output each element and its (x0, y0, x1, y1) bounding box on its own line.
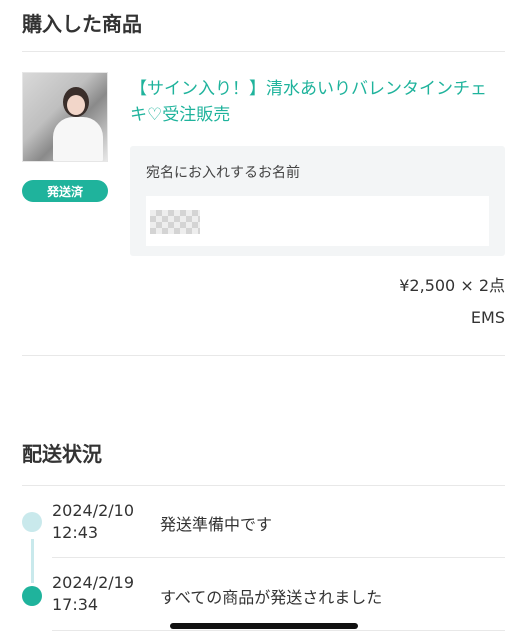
event-date: 2024/2/10 (52, 501, 135, 520)
event-time: 12:43 (52, 523, 99, 542)
home-indicator[interactable] (170, 623, 358, 629)
timeline-past-dot-icon (22, 512, 42, 532)
recipient-name-box: 宛名にお入れするお名前 (130, 146, 505, 256)
event-datetime: 2024/2/19 17:34 (52, 572, 134, 616)
thumbnail-figure-face (67, 95, 85, 115)
shipping-status-title: 配送状況 (22, 442, 102, 466)
price-quantity: ¥2,500 × 2点 (399, 276, 505, 295)
purchased-items-title: 購入した商品 (22, 12, 142, 36)
product-title-link[interactable]: 【サイン入り！】清水あいりバレンタインチェキ♡受注販売 (130, 76, 500, 128)
event-date: 2024/2/19 (52, 573, 135, 592)
recipient-name-value (146, 196, 489, 246)
divider (52, 557, 505, 558)
divider (52, 630, 505, 631)
recipient-name-label: 宛名にお入れするお名前 (146, 165, 300, 181)
timeline-connector (31, 539, 34, 583)
divider (22, 355, 505, 356)
timeline-current-dot-icon (22, 586, 42, 606)
product-thumbnail[interactable] (22, 72, 108, 162)
event-status: すべての商品が発送されました (160, 588, 383, 607)
event-status: 発送準備中です (160, 515, 273, 534)
redacted-name-pixelation (150, 210, 200, 234)
event-time: 17:34 (52, 595, 99, 614)
divider (22, 51, 505, 52)
divider (22, 485, 505, 486)
shipped-status-badge: 発送済 (22, 180, 108, 202)
shipping-method: EMS (470, 308, 505, 327)
event-datetime: 2024/2/10 12:43 (52, 500, 134, 544)
thumbnail-figure-body (53, 117, 103, 161)
